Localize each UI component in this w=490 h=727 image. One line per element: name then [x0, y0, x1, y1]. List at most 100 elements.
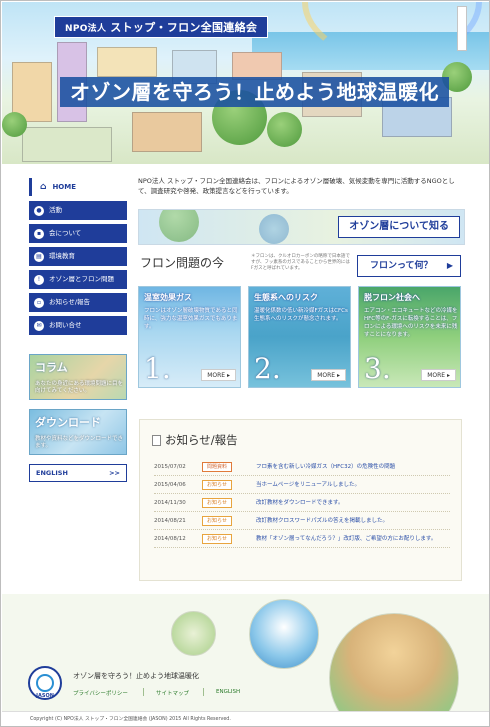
- tree-illustration: [2, 112, 27, 137]
- hero-banner: NPO法人 ストップ・フロン全国連絡会 オゾン層を守ろう！止めよう地球温暖化: [2, 2, 489, 164]
- mail-icon: ✉: [34, 320, 44, 331]
- home-icon: ⌂: [40, 182, 47, 192]
- section-title: フロン問題の今: [140, 256, 225, 270]
- org-prefix: NPO法人: [65, 24, 107, 34]
- footer-divider: [203, 688, 204, 696]
- footer-globe-illustration: [249, 599, 319, 669]
- nav-item-about[interactable]: ▪ 会について: [29, 224, 127, 243]
- jason-logo[interactable]: JASON: [28, 666, 62, 700]
- footer-illustration: [171, 611, 216, 656]
- info-icon: !: [34, 274, 44, 285]
- nav-item-education[interactable]: ▤ 環境教育: [29, 247, 127, 266]
- issue-card-ecosystem[interactable]: 生態系へのリスク 温暖化係数の低い新冷媒FガスはCFCs生態系へのリスクが懸念さ…: [248, 286, 351, 388]
- building-illustration: [132, 112, 202, 152]
- org-badge[interactable]: NPO法人 ストップ・フロン全国連絡会: [54, 16, 269, 38]
- news-tag: 問題資料: [202, 462, 232, 472]
- news-row[interactable]: 2015/07/02 問題資料 フロ素を含む新しい冷媒ガス（HFC32）の危険性…: [154, 458, 450, 476]
- download-banner[interactable]: ダウンロード 教材や資料などをダウンロードできます。: [29, 409, 127, 455]
- book-icon: ▤: [34, 251, 44, 262]
- news-tag: お知らせ: [202, 480, 232, 490]
- globe-illustration: [259, 214, 289, 244]
- news-date: 2014/08/12: [154, 536, 186, 542]
- nav-item-ozone[interactable]: ! オゾン層とフロン問題: [29, 270, 127, 289]
- nav-item-label: 環境教育: [49, 252, 75, 260]
- nav-item-label: お知らせ/報告: [49, 298, 91, 306]
- news-link[interactable]: 改訂教材をダウンロードできます。: [256, 494, 343, 512]
- section-note: ＊フロンは、クルオロカーボンの略称で日本語ですが、フッ素系のガスであることから世…: [251, 254, 350, 271]
- english-button[interactable]: ENGLISH >>: [29, 464, 127, 482]
- footer-link-english[interactable]: ENGLISH: [216, 689, 240, 695]
- news-date: 2015/04/06: [154, 482, 186, 488]
- column-banner-desc: あなたの身近にある環境問題に目を向けてみてください。: [35, 381, 124, 394]
- furon-button-label: フロンって何？: [370, 261, 433, 271]
- nav-item-activity[interactable]: ● 活動: [29, 201, 127, 220]
- tree-illustration: [267, 112, 302, 147]
- news-row[interactable]: 2015/04/06 お知らせ 当ホームページをリニューアルしました。: [154, 476, 450, 494]
- news-tag: お知らせ: [202, 516, 232, 526]
- nav-item-label: オゾン層とフロン問題: [49, 275, 114, 283]
- building-illustration: [97, 47, 157, 77]
- download-banner-desc: 教材や資料などをダウンロードできます。: [35, 436, 124, 449]
- news-link[interactable]: 教材「オゾン層ってなんだろう？」改訂版、ご希望の方にお配りします。: [256, 530, 436, 548]
- card-number: 3.: [364, 352, 391, 385]
- ozone-banner[interactable]: オゾン層について知る: [138, 209, 465, 245]
- column-banner-title: コラム: [35, 361, 68, 374]
- footer-divider: [143, 688, 144, 696]
- building-illustration: [232, 52, 282, 80]
- card-text: フロンはオゾン層破壊物質であると同時に、強力な温室効果ガスでもあります。: [144, 308, 238, 330]
- news-heading: お知らせ/報告: [152, 432, 238, 448]
- news-link[interactable]: 改訂教材クロスワードパズルの答えを掲載しました。: [256, 512, 388, 530]
- building-illustration: [22, 127, 112, 162]
- globe-illustration: [159, 210, 199, 242]
- logo-ring: [36, 674, 54, 692]
- logo-text: JASON: [36, 693, 54, 699]
- copyright: Copyright (C) NPO法人 ストップ・フロン全国連絡会 (JASON…: [2, 711, 489, 726]
- nav-item-news[interactable]: ▫ お知らせ/報告: [29, 293, 127, 312]
- news-panel: お知らせ/報告 2015/07/02 問題資料 フロ素を含む新しい冷媒ガス（HF…: [139, 419, 462, 581]
- intro-text: NPO法人 ストップ・フロン全国連絡会は、フロンによるオゾン層破壊、気候変動を専…: [138, 177, 455, 195]
- ozone-banner-button: オゾン層について知る: [338, 216, 460, 238]
- nav-item-contact[interactable]: ✉ お問い合せ: [29, 316, 127, 335]
- nav-item-label: 会について: [49, 229, 82, 237]
- nav-item-label: 活動: [49, 206, 62, 214]
- footer-slogan: オゾン層を守ろう！止めよう地球温暖化: [73, 672, 199, 680]
- more-button[interactable]: MORE ▸: [201, 369, 236, 381]
- news-link[interactable]: 当ホームページをリニューアルしました。: [256, 476, 360, 494]
- nav-home-label: HOME: [52, 183, 77, 191]
- activity-icon: ●: [34, 205, 44, 216]
- card-text: エアコン・エコキュートなどの冷媒をHFC等のF-ガスに転換することは、フロンによ…: [364, 308, 458, 338]
- card-text: 温暖化係数の低い新冷媒FガスはCFCs生態系へのリスクが懸念されます。: [254, 308, 348, 322]
- org-name: ストップ・フロン全国連絡会: [110, 21, 258, 34]
- chevron-right-icon: ▶: [446, 261, 453, 270]
- footer-link-sitemap[interactable]: サイトマップ: [156, 689, 189, 697]
- notepad-icon: [152, 434, 161, 446]
- english-label: ENGLISH: [36, 469, 68, 477]
- news-tag: お知らせ: [202, 498, 232, 508]
- notice-icon: ▫: [34, 297, 44, 308]
- more-button[interactable]: MORE ▸: [311, 369, 346, 381]
- card-title: 温室効果ガス: [144, 293, 192, 302]
- news-link[interactable]: フロ素を含む新しい冷媒ガス（HFC32）の危険性の問題: [256, 458, 395, 476]
- footer-link-privacy[interactable]: プライバシーポリシー: [73, 689, 128, 697]
- nav-item-label: お問い合せ: [49, 321, 82, 329]
- issue-card-greenhouse[interactable]: 温室効果ガス フロンはオゾン層破壊物質であると同時に、強力な温室効果ガスでもあり…: [138, 286, 241, 388]
- news-date: 2015/07/02: [154, 464, 186, 470]
- sidebar: ⌂ HOME ● 活動 ▪ 会について ▤ 環境教育 ! オゾン層とフロン問題 …: [29, 178, 127, 339]
- news-tag: お知らせ: [202, 534, 232, 544]
- news-title: お知らせ/報告: [165, 433, 238, 447]
- news-row[interactable]: 2014/11/30 お知らせ 改訂教材をダウンロードできます。: [154, 494, 450, 512]
- furon-button[interactable]: フロンって何？ ▶: [357, 255, 461, 277]
- issue-card-defluorocarbon[interactable]: 脱フロン社会へ エアコン・エコキュートなどの冷媒をHFC等のF-ガスに転換するこ…: [358, 286, 461, 388]
- card-number: 1.: [144, 352, 171, 385]
- more-button[interactable]: MORE ▸: [421, 369, 456, 381]
- card-title: 生態系へのリスク: [254, 293, 318, 302]
- card-number: 2.: [254, 352, 281, 385]
- news-date: 2014/08/21: [154, 518, 186, 524]
- double-chevron-right-icon: >>: [109, 469, 120, 477]
- column-banner[interactable]: コラム あなたの身近にある環境問題に目を向けてみてください。: [29, 354, 127, 400]
- download-banner-title: ダウンロード: [35, 416, 101, 429]
- nav-home[interactable]: ⌂ HOME: [29, 178, 127, 196]
- news-row[interactable]: 2014/08/21 お知らせ 改訂教材クロスワードパズルの答えを掲載しました。: [154, 512, 450, 530]
- news-date: 2014/11/30: [154, 500, 186, 506]
- news-row[interactable]: 2014/08/12 お知らせ 教材「オゾン層ってなんだろう？」改訂版、ご希望の…: [154, 530, 450, 548]
